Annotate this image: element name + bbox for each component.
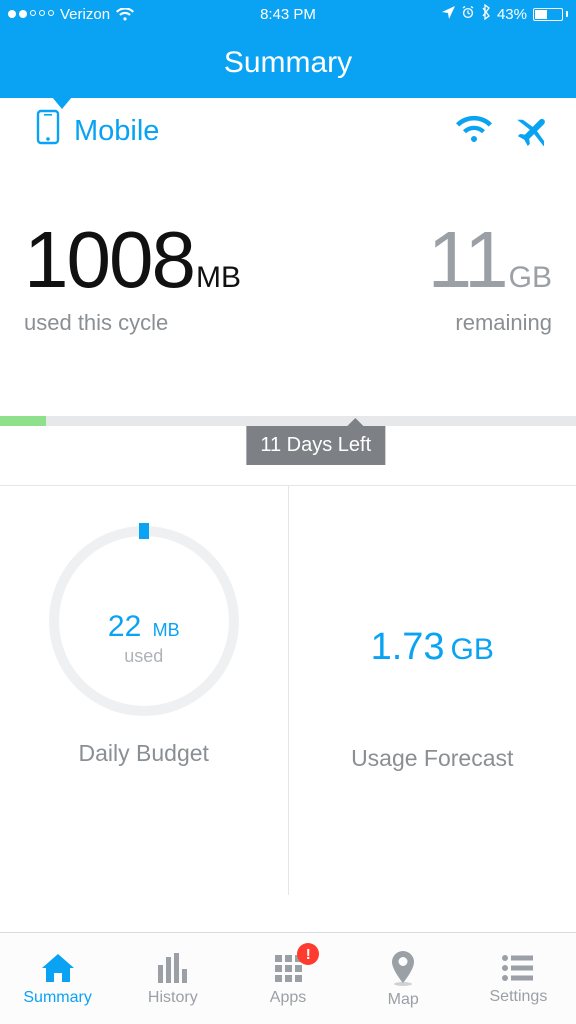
progress-fill [0, 416, 46, 426]
bars-icon [154, 951, 192, 985]
remaining-unit: GB [509, 261, 552, 294]
remaining-caption: remaining [428, 310, 552, 336]
usage-panel: 1008MB used this cycle 11GB remaining [0, 164, 576, 368]
carrier-label: Verizon [60, 6, 110, 23]
tab-map-label: Map [388, 991, 419, 1009]
page-title-bar: Summary [0, 28, 576, 98]
tab-mobile[interactable]: Mobile [36, 109, 159, 153]
tab-apps[interactable]: ! Apps [230, 933, 345, 1024]
tab-map[interactable]: Map [346, 933, 461, 1024]
daily-value: 22 [108, 610, 141, 643]
daily-used-label: used [124, 646, 163, 667]
tab-settings[interactable]: Settings [461, 933, 576, 1024]
apps-badge: ! [297, 943, 319, 965]
tab-roaming[interactable] [514, 112, 550, 151]
status-bar: Verizon 8:43 PM 43% [0, 0, 576, 28]
status-left: Verizon [8, 6, 134, 23]
airplane-icon [514, 112, 550, 146]
tab-wifi[interactable] [456, 115, 492, 148]
metric-cards: 22 MB used Daily Budget 1.73GB Usage For… [0, 485, 576, 895]
remaining-value: 11 [428, 215, 507, 304]
daily-ring-icon: 22 MB used [49, 526, 239, 716]
used-value: 1008 [24, 215, 194, 304]
tab-settings-label: Settings [490, 988, 548, 1006]
cycle-progress: 11 Days Left [0, 416, 576, 465]
status-right: 43% [442, 4, 568, 24]
tab-history[interactable]: History [115, 933, 230, 1024]
source-bar: Mobile [0, 98, 576, 164]
bottom-tabbar: Summary History ! Apps Map Settings [0, 932, 576, 1024]
daily-title: Daily Budget [79, 740, 209, 767]
mobile-device-icon [36, 109, 60, 153]
forecast-unit: GB [451, 633, 494, 666]
daily-unit: MB [153, 620, 180, 640]
battery-icon [533, 8, 568, 21]
bluetooth-icon [481, 4, 491, 24]
ring-tick-icon [139, 523, 149, 539]
list-icon [499, 952, 537, 984]
wifi-icon [116, 8, 134, 21]
tab-mobile-label: Mobile [74, 115, 159, 148]
signal-dots-icon [8, 10, 54, 18]
tab-apps-label: Apps [270, 989, 306, 1007]
location-icon [442, 6, 455, 23]
clock-label: 8:43 PM [260, 6, 316, 23]
home-icon [39, 951, 77, 985]
active-tab-pointer-icon [52, 97, 72, 109]
alarm-icon [461, 5, 475, 23]
daily-budget-card[interactable]: 22 MB used Daily Budget [0, 486, 288, 895]
tab-summary-label: Summary [23, 989, 91, 1007]
days-left-pill: 11 Days Left [246, 426, 385, 465]
tab-summary[interactable]: Summary [0, 933, 115, 1024]
pin-icon [388, 949, 418, 987]
battery-pct-label: 43% [497, 6, 527, 23]
used-unit: MB [196, 261, 241, 294]
tab-history-label: History [148, 989, 198, 1007]
forecast-title: Usage Forecast [351, 745, 513, 772]
page-title: Summary [224, 46, 352, 80]
progress-track [0, 416, 576, 426]
used-caption: used this cycle [24, 310, 241, 336]
forecast-value: 1.73 [371, 626, 445, 668]
forecast-card[interactable]: 1.73GB Usage Forecast [288, 486, 576, 895]
wifi-large-icon [456, 115, 492, 143]
